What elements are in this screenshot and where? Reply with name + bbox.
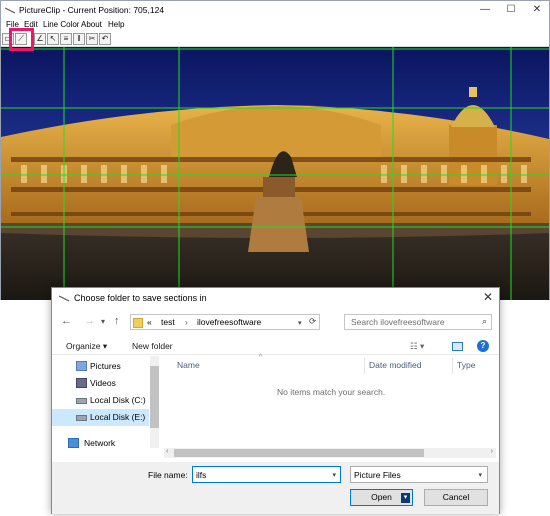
minimize-button[interactable]: — <box>471 1 499 19</box>
navigation-row: ← → ▾ ↑ « test › ilovefreesoftware ▾ ⟳ S… <box>52 312 499 332</box>
file-type-value: Picture Files <box>354 470 401 480</box>
back-icon[interactable]: ← <box>61 315 72 327</box>
file-type-select[interactable]: Picture Files ▾ <box>350 466 488 483</box>
horizontal-scroll-thumb[interactable] <box>174 449 424 457</box>
file-list: ^ Name Date modified Type No items match… <box>162 354 499 456</box>
window-title: PictureClip - Current Position: 705,124 <box>19 5 165 15</box>
chevron-right-icon: › <box>185 317 188 327</box>
dialog-footer: File name: ilfs ▾ Picture Files ▾ Open ▾… <box>52 462 499 514</box>
nav-item-pictures[interactable]: Pictures <box>52 358 149 375</box>
nav-pane-scroll-thumb[interactable] <box>150 366 159 428</box>
menu-help[interactable]: Help <box>108 20 124 29</box>
menu-line-color[interactable]: Line Color <box>43 20 79 29</box>
help-icon[interactable]: ? <box>477 340 489 352</box>
recent-locations-icon[interactable]: ▾ <box>101 317 105 326</box>
nav-item-label: Videos <box>90 378 116 388</box>
nav-item-network[interactable]: Network <box>52 435 149 452</box>
column-name[interactable]: Name <box>177 360 200 370</box>
navigation-pane: Pictures Videos Local Disk (C:) Local Di… <box>52 356 160 456</box>
column-type[interactable]: Type <box>457 360 475 370</box>
column-separator[interactable] <box>364 358 365 374</box>
nav-item-label: Network <box>84 438 116 448</box>
horizontal-lines-icon[interactable]: ≡ <box>60 33 72 45</box>
breadcrumb-test[interactable]: test <box>161 317 175 327</box>
column-separator[interactable] <box>452 358 453 374</box>
sort-arrow-icon: ^ <box>259 354 263 361</box>
preview-pane-icon[interactable] <box>452 342 463 351</box>
view-options-icon[interactable]: ☷ ▾ <box>410 341 424 352</box>
line-tool-icon[interactable]: ∠ <box>34 33 46 45</box>
file-name-value: ilfs <box>196 470 207 480</box>
pictures-icon <box>76 361 87 371</box>
chevron-down-icon[interactable]: ▾ <box>298 319 302 327</box>
dialog-close-button[interactable]: ✕ <box>483 290 493 304</box>
column-date-modified[interactable]: Date modified <box>369 360 421 370</box>
toolbar-highlight-box <box>9 28 34 51</box>
folder-icon <box>133 318 143 328</box>
network-icon <box>68 438 79 448</box>
cursor-tool-icon[interactable]: ↖ <box>47 33 59 45</box>
address-bar[interactable]: « test › ilovefreesoftware ▾ ⟳ <box>130 314 320 330</box>
forward-icon[interactable]: → <box>84 315 95 327</box>
horizontal-scrollbar[interactable]: ‹ › <box>164 448 496 458</box>
scroll-right-icon[interactable]: › <box>491 448 493 455</box>
split-tool-icon[interactable]: ✂ <box>86 33 98 45</box>
title-bar: PictureClip - Current Position: 705,124 … <box>1 1 549 19</box>
menu-bar: File Edit Line Color About Help <box>1 19 549 31</box>
open-dropdown-icon[interactable]: ▾ <box>401 493 410 503</box>
address-prefix: « <box>147 317 152 327</box>
nav-item-label: Pictures <box>90 361 121 371</box>
nav-item-label: Local Disk (C:) <box>90 395 146 405</box>
chevron-down-icon: ▾ <box>478 472 482 479</box>
maximize-button[interactable]: ☐ <box>497 1 525 19</box>
up-icon[interactable]: ↑ <box>114 315 120 327</box>
drive-icon <box>76 398 87 404</box>
chevron-down-icon[interactable]: ▾ <box>332 471 336 479</box>
undo-icon[interactable]: ↶ <box>99 33 111 45</box>
search-box[interactable]: Search ilovefreesoftware ⌕ <box>344 314 492 330</box>
new-folder-button[interactable]: New folder <box>132 341 173 351</box>
file-name-label: File name: <box>148 470 188 480</box>
nav-item-local-disk-c[interactable]: Local Disk (C:) <box>52 392 149 409</box>
main-window: PictureClip - Current Position: 705,124 … <box>0 0 550 300</box>
scroll-left-icon[interactable]: ‹ <box>166 448 168 455</box>
open-button[interactable]: Open ▾ <box>350 489 413 506</box>
organize-button[interactable]: Organize ▾ <box>66 341 107 352</box>
dialog-title-bar: Choose folder to save sections in ✕ <box>52 288 499 308</box>
cancel-button[interactable]: Cancel <box>424 489 488 506</box>
toolbar: ▭ ⟋ ∠ ↖ ≡ ‖ ✂ ↶ <box>1 31 549 47</box>
app-icon <box>59 295 69 302</box>
nav-item-videos[interactable]: Videos <box>52 375 149 392</box>
breadcrumb-ilovefreesoftware[interactable]: ilovefreesoftware <box>197 317 261 327</box>
search-icon[interactable]: ⌕ <box>482 316 487 327</box>
grid-overlay <box>1 47 549 300</box>
menu-about[interactable]: About <box>81 20 102 29</box>
command-bar: Organize ▾ New folder ☷ ▾ ? <box>52 337 499 355</box>
image-canvas[interactable] <box>1 47 549 300</box>
file-name-input[interactable]: ilfs ▾ <box>192 466 341 483</box>
empty-message: No items match your search. <box>277 387 386 397</box>
open-button-label: Open <box>371 492 392 502</box>
nav-item-local-disk-e[interactable]: Local Disk (E:) <box>52 409 149 426</box>
nav-item-label: Local Disk (E:) <box>90 412 146 422</box>
close-button[interactable]: ✕ <box>523 1 550 19</box>
drive-icon <box>76 415 87 421</box>
save-folder-dialog: Choose folder to save sections in ✕ ← → … <box>51 287 500 514</box>
app-icon <box>5 7 15 14</box>
search-placeholder: Search ilovefreesoftware <box>351 317 445 327</box>
refresh-icon[interactable]: ⟳ <box>309 316 316 327</box>
vertical-lines-icon[interactable]: ‖ <box>73 33 85 45</box>
dialog-title: Choose folder to save sections in <box>74 293 207 303</box>
videos-icon <box>76 378 87 388</box>
